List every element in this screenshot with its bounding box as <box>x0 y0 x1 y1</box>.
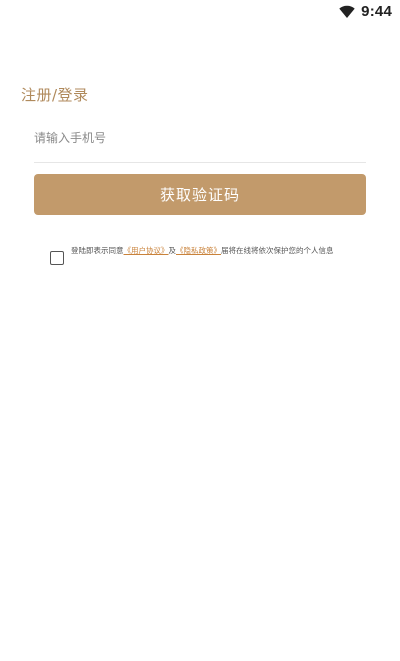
login-screen: 9:44 注册/登录 获取验证码 登陆即表示同意《用户协议》及《隐私政策》届将在… <box>0 0 400 661</box>
agreement-text: 登陆即表示同意《用户协议》及《隐私政策》届将在线将依次保护您的个人信息 <box>71 246 339 256</box>
agreement-conjunction: 及 <box>168 246 177 255</box>
agreement-prefix: 登陆即表示同意 <box>71 246 124 255</box>
status-bar: 9:44 <box>0 0 400 22</box>
wifi-icon <box>339 4 355 18</box>
get-verification-code-button[interactable]: 获取验证码 <box>34 174 366 215</box>
user-agreement-link[interactable]: 《用户协议》 <box>124 246 169 255</box>
agreement-checkbox[interactable] <box>50 251 64 265</box>
phone-field-container <box>34 124 366 163</box>
agreement-suffix: 届将在线将依次保护您的个人信息 <box>221 246 334 255</box>
privacy-policy-link[interactable]: 《隐私政策》 <box>176 246 221 255</box>
status-time: 9:44 <box>361 2 392 20</box>
page-title: 注册/登录 <box>21 86 89 104</box>
phone-number-input[interactable] <box>34 124 366 152</box>
status-right: 9:44 <box>339 2 392 20</box>
agreement-row: 登陆即表示同意《用户协议》及《隐私政策》届将在线将依次保护您的个人信息 <box>50 246 350 265</box>
